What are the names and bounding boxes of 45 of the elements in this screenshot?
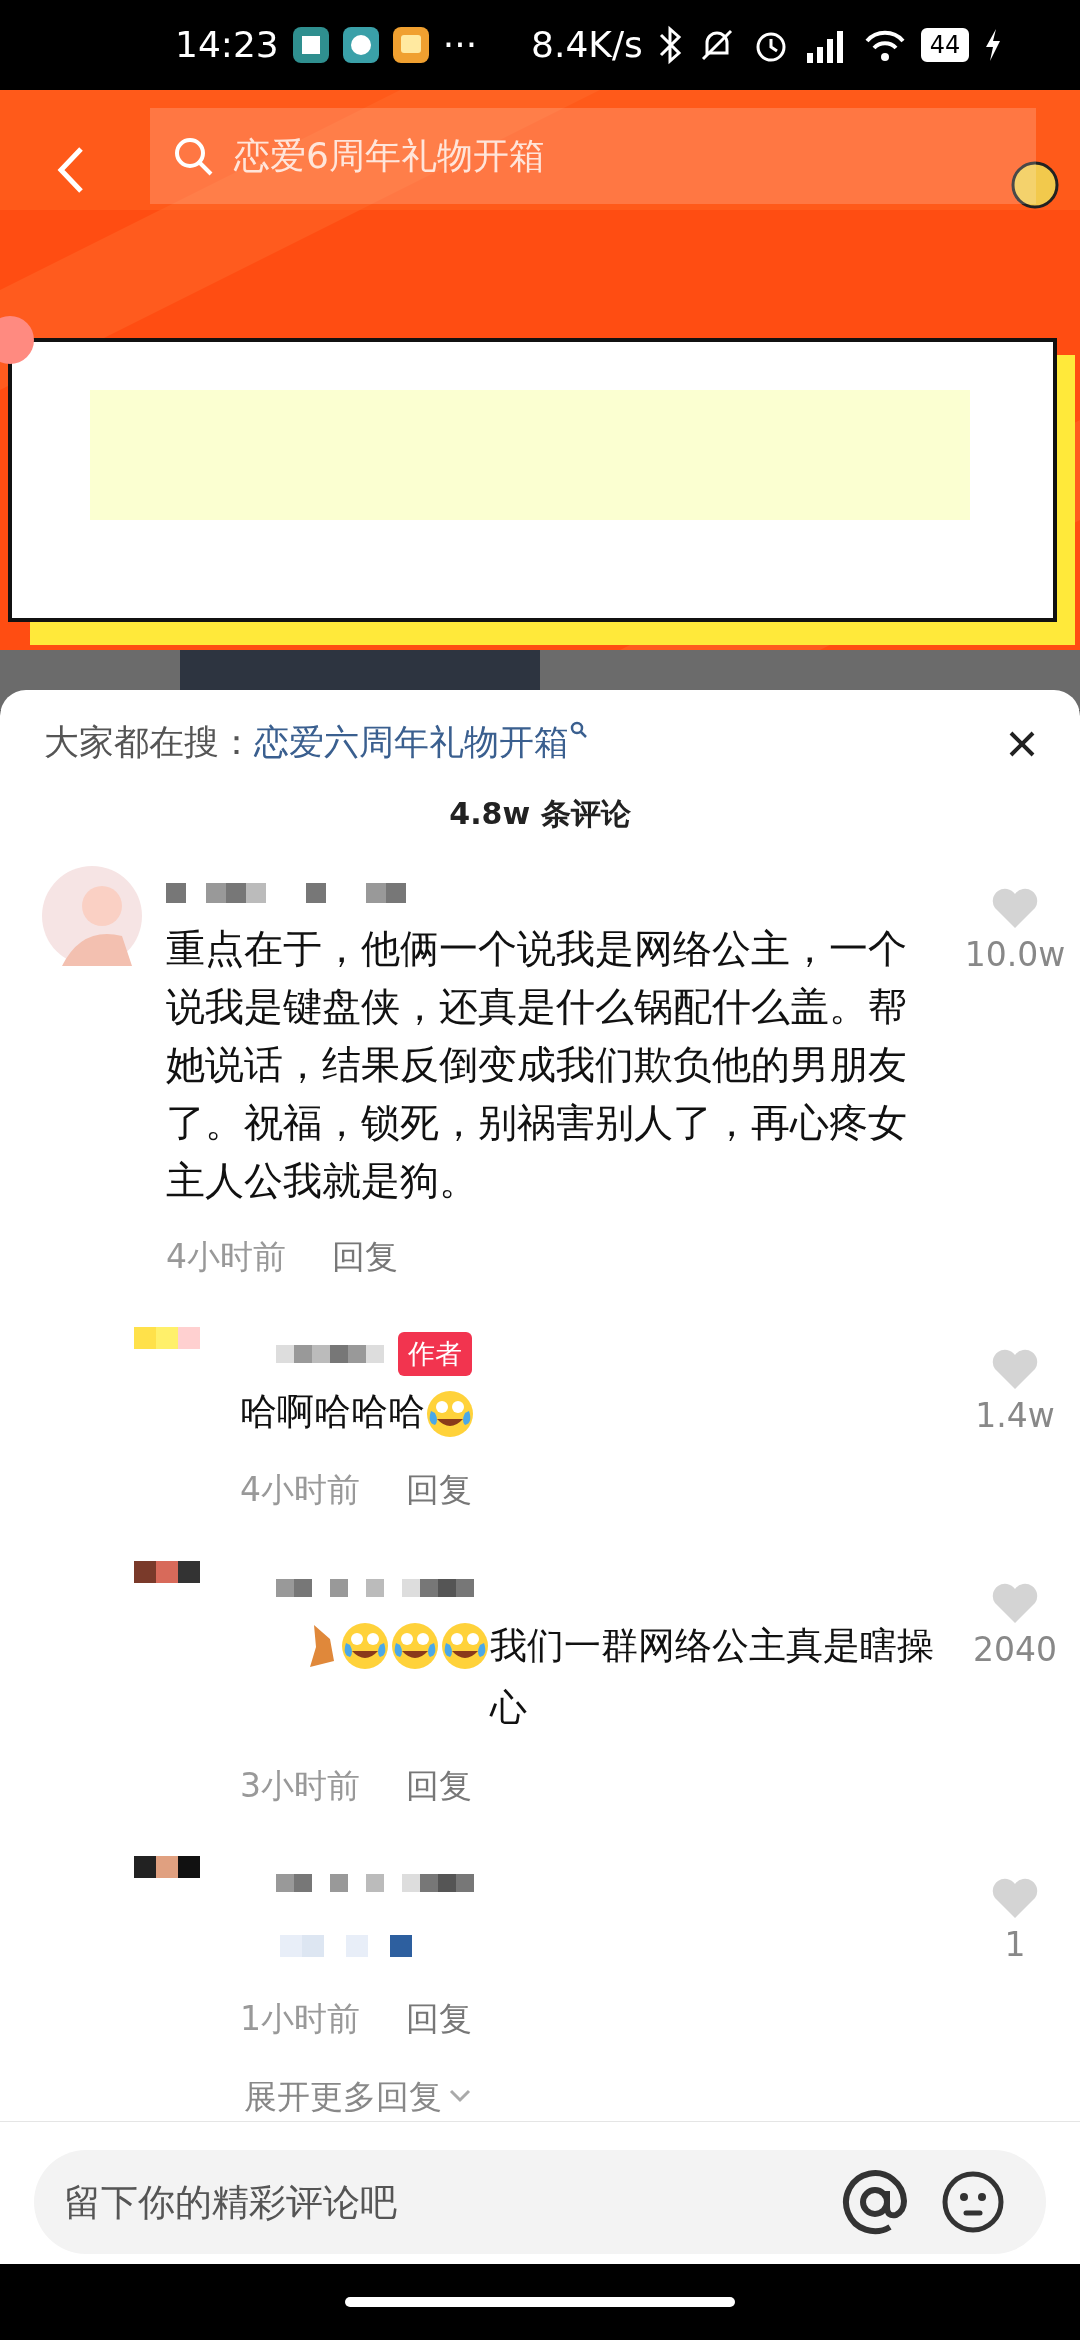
like-count: 1 [1004,1924,1026,1966]
like-button[interactable] [990,1347,1040,1391]
like-count: 1.4w [975,1395,1055,1437]
more-notifications: ··· [442,23,478,67]
comment-input-field[interactable]: 留下你的精彩评论吧 [34,2150,1046,2254]
reply-button[interactable]: 回复 [406,1994,472,2044]
comment-text: 重点在于，他俩一个说我是网络公主，一个说我是键盘侠，还真是什么锅配什么盖。帮她说话，结果反倒变成我们欺负他的男朋友了。祝福，锁死，别祸害别人了，再心疼女主人公我就是狗。 [166,925,907,1203]
comment-time: 1小时前 [240,1998,360,2040]
battery-level: 44 [920,28,970,62]
search-icon [172,135,214,177]
comment-time: 4小时前 [240,1469,360,1511]
app-icon [392,27,429,63]
comment-time: 3小时前 [240,1764,360,1807]
app-icon [292,27,329,63]
crying-laughing-emoji-icon [440,1620,490,1671]
reply-button[interactable]: 回复 [406,1760,472,1810]
clock: 14:23 [175,23,279,67]
at-sign-icon [840,2167,910,2237]
like-button[interactable] [990,1876,1040,1920]
crying-laughing-emoji-icon [425,1388,475,1439]
comment-time: 4小时前 [166,1235,286,1278]
home-indicator[interactable] [345,2297,735,2307]
pixelated-avatar [134,1560,200,1583]
pixelated-avatar [134,1327,200,1349]
hot-search-label: 大家都在搜： [44,721,254,764]
search-text: 恋爱6周年礼物开箱 [234,134,545,178]
crying-laughing-emoji-icon [340,1620,390,1671]
crying-laughing-emoji-icon [390,1620,440,1671]
comment-text: 哈啊哈哈哈 [240,1390,425,1433]
like-count: 2040 [973,1628,1057,1671]
reply-button[interactable]: 回复 [332,1231,398,1281]
back-icon [55,145,85,195]
smiley-icon [940,2169,1006,2235]
comment-count: 4.8w 条评论 [448,794,632,833]
chevron-down-icon [448,2088,472,2105]
comment-text: 我们一群网络公主真是瞎操心 [490,1622,935,1731]
network-speed: 8.4K/s [531,23,643,67]
reply-button[interactable]: 回复 [406,1465,472,1515]
show-more-replies-button[interactable]: 展开更多回复 [244,2071,1080,2121]
close-icon [1008,730,1036,758]
pixelated-avatar [134,1856,200,1878]
author-tag: 作者 [398,1331,472,1377]
app-icon [342,27,379,63]
hot-search-link[interactable]: 恋爱六周年礼物开箱 [254,716,569,769]
like-count: 10.0w [964,933,1066,976]
